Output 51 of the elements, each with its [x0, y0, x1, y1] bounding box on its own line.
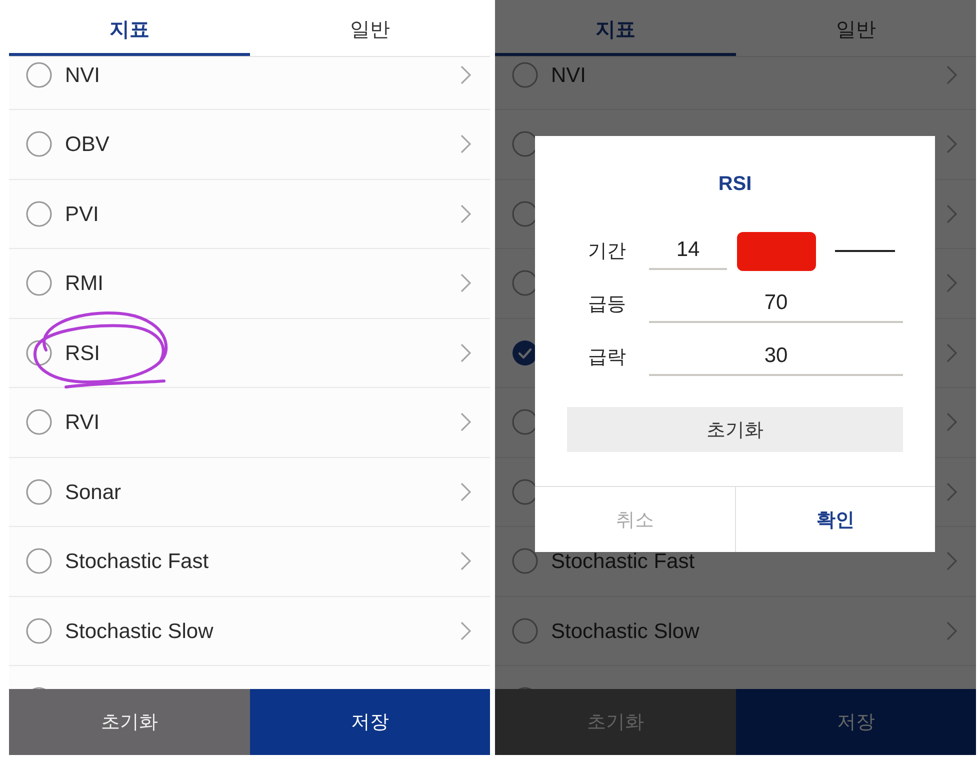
- chevron-right-icon[interactable]: [460, 64, 472, 85]
- chevron-right-icon[interactable]: [460, 273, 472, 294]
- indicator-label[interactable]: OBV: [65, 134, 110, 154]
- color-swatch-icon[interactable]: [737, 232, 816, 270]
- field-label: 급락: [588, 347, 626, 368]
- input-field[interactable]: 30: [649, 338, 903, 376]
- indicator-label[interactable]: Stochastic Fast: [65, 551, 209, 572]
- reset-button[interactable]: 초기화: [567, 407, 903, 452]
- chevron-right-icon[interactable]: [460, 204, 472, 224]
- radio-button[interactable]: [26, 131, 52, 158]
- chevron-right-icon[interactable]: [946, 273, 958, 294]
- tab[interactable]: 일반: [250, 0, 490, 56]
- radio-button[interactable]: [26, 478, 52, 505]
- radio-button[interactable]: [26, 409, 52, 436]
- indicator-label[interactable]: RVI: [65, 412, 100, 432]
- radio-button[interactable]: [512, 548, 538, 574]
- indicator-label[interactable]: PVI: [65, 204, 99, 224]
- radio-button[interactable]: [26, 548, 52, 574]
- chevron-right-icon[interactable]: [946, 551, 958, 572]
- chevron-right-icon[interactable]: [460, 412, 472, 432]
- radio-button[interactable]: [26, 270, 52, 296]
- chevron-right-icon[interactable]: [946, 134, 958, 154]
- indicator-label[interactable]: NVI: [65, 64, 100, 85]
- chevron-right-icon[interactable]: [460, 620, 472, 641]
- chevron-right-icon[interactable]: [460, 482, 472, 502]
- chevron-right-icon[interactable]: [946, 342, 958, 363]
- indicator-label[interactable]: Sonar: [65, 482, 122, 502]
- chevron-right-icon[interactable]: [460, 134, 472, 154]
- indicator-label[interactable]: Stochastic Slow: [65, 620, 214, 641]
- chevron-right-icon[interactable]: [946, 482, 958, 502]
- save-button[interactable]: 저장: [250, 689, 490, 755]
- indicator-label[interactable]: RMI: [65, 273, 104, 294]
- radio-button[interactable]: [26, 340, 52, 366]
- chevron-right-icon[interactable]: [460, 342, 472, 363]
- indicator-label[interactable]: RSI: [65, 342, 100, 363]
- chevron-right-icon[interactable]: [946, 620, 958, 641]
- input-field[interactable]: 14: [649, 232, 727, 270]
- reset-button[interactable]: 초기화: [9, 689, 250, 755]
- field-label: 급등: [588, 294, 626, 315]
- chevron-right-icon[interactable]: [460, 551, 472, 572]
- radio-button[interactable]: [26, 200, 52, 227]
- radio-button[interactable]: [512, 62, 538, 88]
- field-label: 기간: [588, 241, 626, 262]
- dialog-title: RSI: [718, 172, 752, 196]
- radio-button[interactable]: [512, 618, 538, 644]
- input-field[interactable]: 70: [649, 285, 903, 323]
- radio-button[interactable]: [26, 618, 52, 644]
- radio-button[interactable]: [26, 62, 52, 88]
- chevron-right-icon[interactable]: [946, 204, 958, 224]
- chevron-right-icon[interactable]: [946, 64, 958, 85]
- chevron-right-icon[interactable]: [946, 412, 958, 432]
